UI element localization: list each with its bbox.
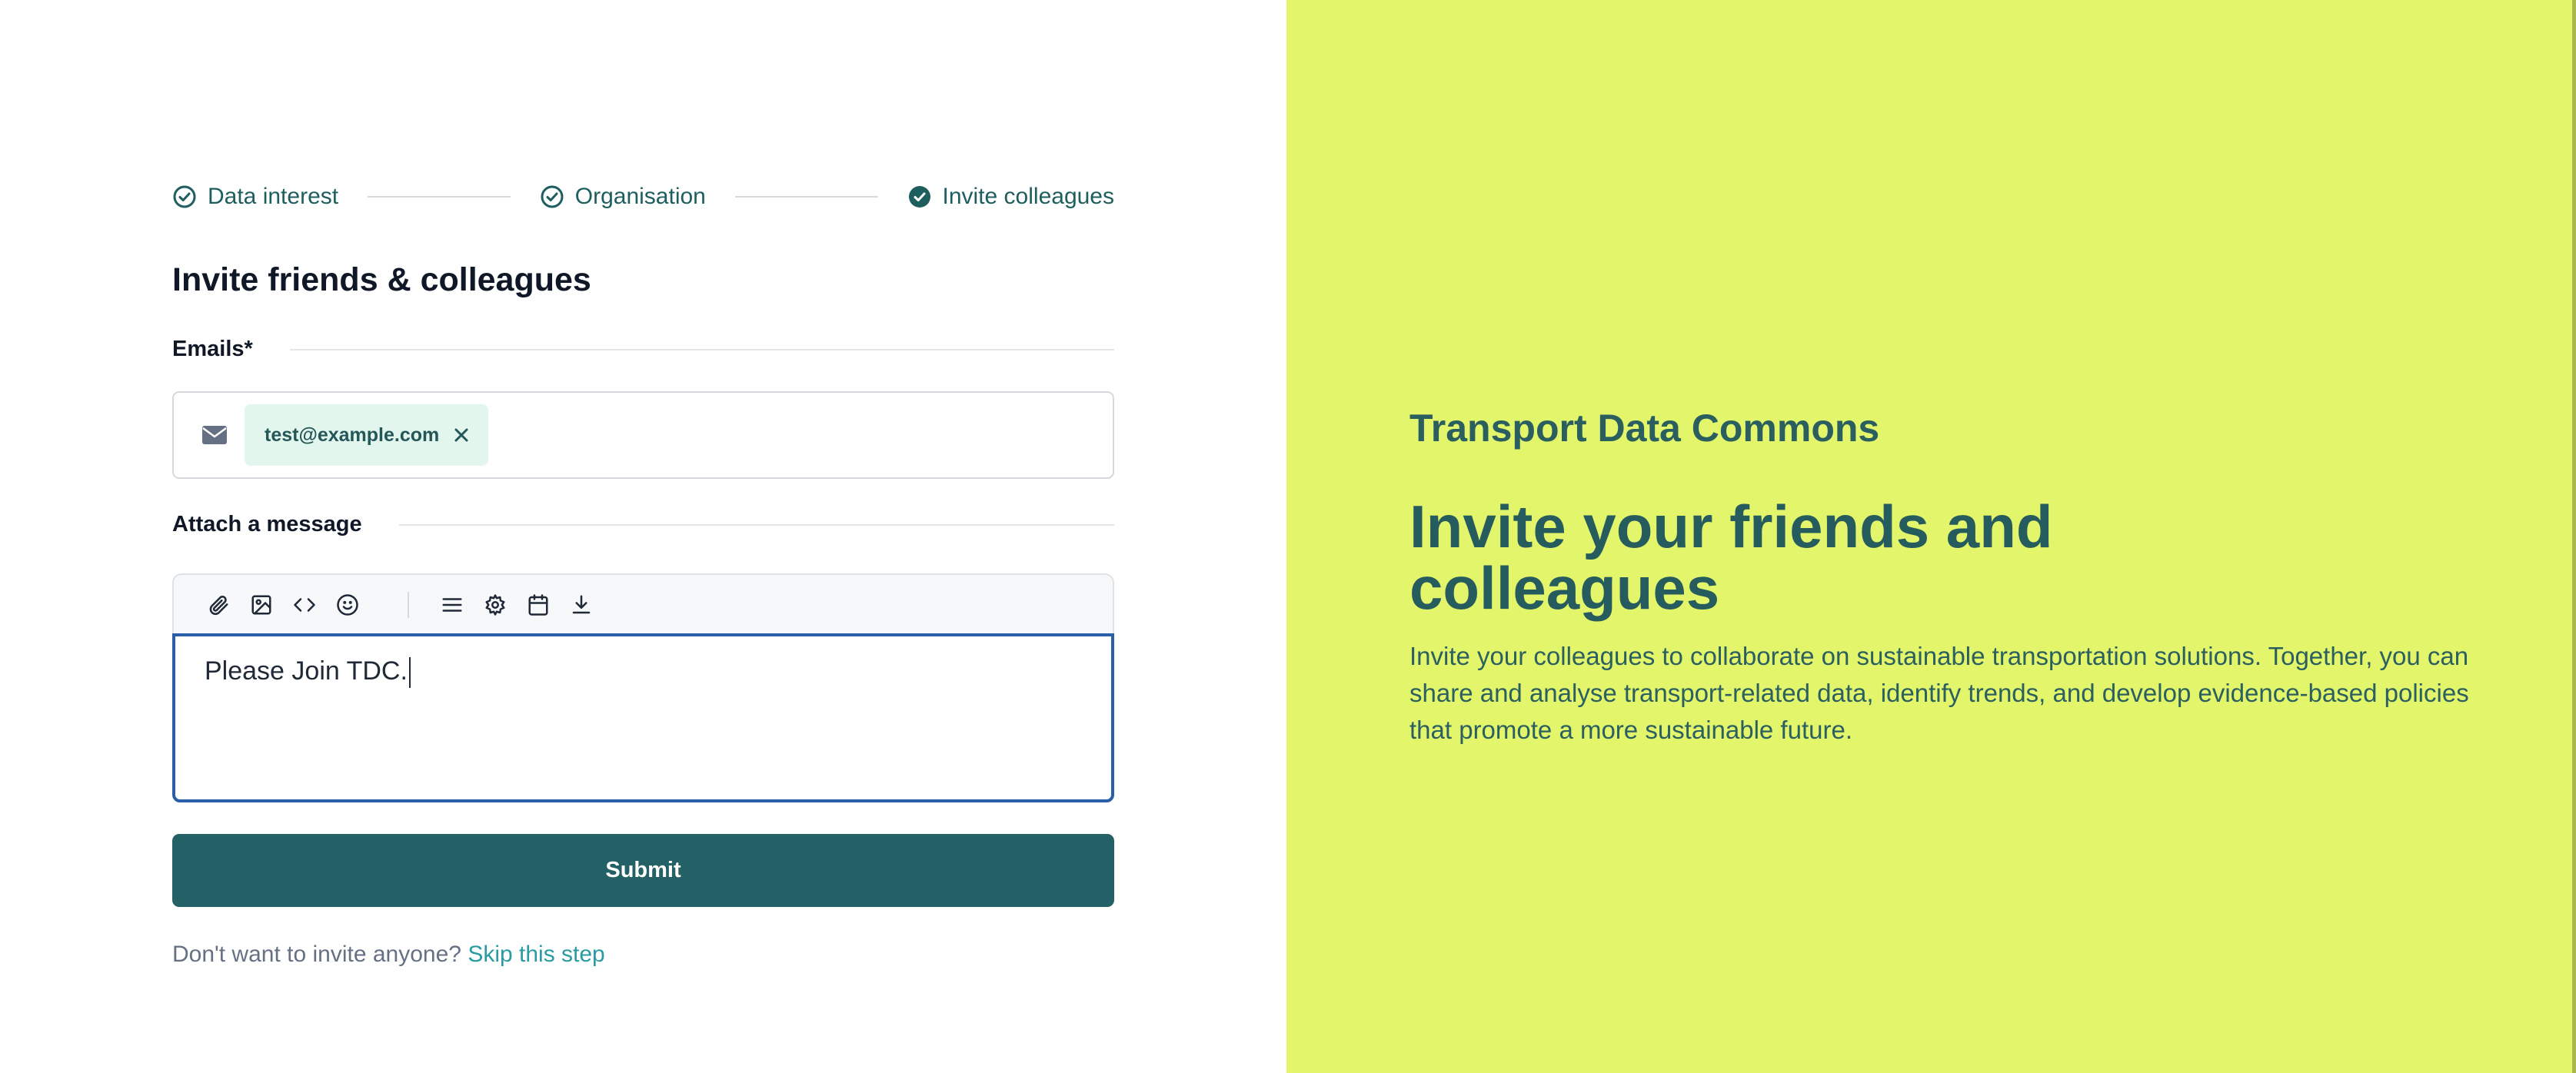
- brand-name: Transport Data Commons: [1409, 407, 1880, 450]
- emoji-icon[interactable]: [334, 591, 361, 619]
- promo-headline: Invite your friends and colleagues: [1409, 493, 2053, 622]
- step-organisation[interactable]: Organisation: [540, 184, 706, 210]
- check-circle-filled-icon: [907, 184, 932, 209]
- message-editor[interactable]: Please Join TDC.: [172, 633, 1114, 802]
- image-icon[interactable]: [248, 591, 275, 619]
- email-input[interactable]: test@example.com: [172, 391, 1114, 479]
- submit-button[interactable]: Submit: [172, 834, 1114, 907]
- list-icon[interactable]: [438, 591, 466, 619]
- download-icon[interactable]: [567, 591, 595, 619]
- emails-label: Emails*: [172, 337, 253, 361]
- gear-icon[interactable]: [481, 591, 509, 619]
- check-circle-icon: [172, 184, 197, 209]
- divider: [289, 348, 1114, 350]
- skip-prompt: Don't want to invite anyone?: [172, 942, 461, 967]
- close-icon[interactable]: [453, 427, 470, 443]
- emails-section-header: Emails*: [172, 337, 1114, 362]
- skip-step-link[interactable]: Skip this step: [468, 942, 604, 967]
- step-label: Invite colleagues: [942, 184, 1114, 209]
- toolbar-separator: [408, 592, 409, 618]
- email-chip: test@example.com: [245, 404, 489, 466]
- divider: [398, 523, 1114, 526]
- editor-toolbar: [172, 573, 1114, 635]
- step-label: Data interest: [208, 184, 339, 209]
- panel-edge: [2572, 0, 2576, 1073]
- stepper: Data interest Organisation Invite collea…: [172, 178, 1114, 215]
- message-text: Please Join TDC.: [205, 656, 408, 686]
- message-label: Attach a message: [172, 512, 362, 536]
- calendar-icon[interactable]: [524, 591, 552, 619]
- step-connector: [368, 196, 511, 198]
- page: Data interest Organisation Invite collea…: [0, 0, 2576, 1073]
- form-panel: Data interest Organisation Invite collea…: [0, 0, 1286, 1073]
- mail-icon: [201, 424, 228, 446]
- step-data-interest[interactable]: Data interest: [172, 184, 338, 210]
- skip-row: Don't want to invite anyone? Skip this s…: [172, 942, 605, 968]
- step-connector: [734, 196, 878, 198]
- step-invite-colleagues[interactable]: Invite colleagues: [907, 184, 1114, 210]
- email-chip-text: test@example.com: [265, 424, 440, 446]
- message-section-header: Attach a message: [172, 512, 1114, 537]
- paperclip-icon[interactable]: [205, 591, 232, 619]
- code-icon[interactable]: [291, 591, 318, 619]
- check-circle-icon: [540, 184, 564, 209]
- promo-description: Invite your colleagues to collaborate on…: [1409, 642, 2469, 744]
- step-label: Organisation: [574, 184, 706, 209]
- text-caret: [408, 657, 411, 689]
- form-title: Invite friends & colleagues: [172, 261, 591, 298]
